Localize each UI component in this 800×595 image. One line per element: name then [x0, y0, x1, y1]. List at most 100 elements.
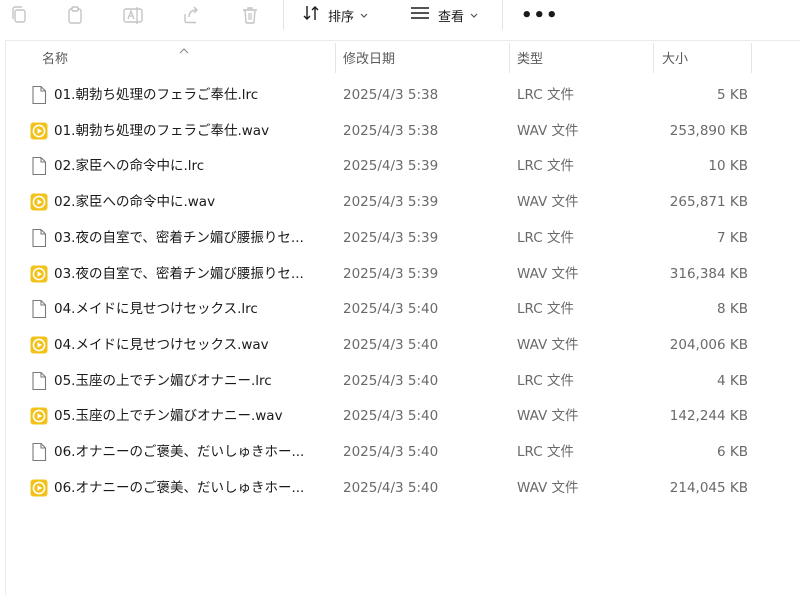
delete-icon[interactable]: [239, 4, 261, 26]
file-name: 06.オナニーのご褒美、だいしゅきホー...: [54, 479, 305, 496]
sort-button[interactable]: 排序: [302, 3, 368, 27]
file-row[interactable]: 05.玉座の上でチン媚びオナニー.lrc 2025/4/3 5:40 LRC 文件 4…: [24, 363, 764, 399]
file-row[interactable]: 03.夜の自室で、密着チン媚び腰振りセ... 2025/4/3 5:39 WAV 文…: [24, 256, 764, 292]
file-type: WAV 文件: [517, 194, 579, 211]
file-row[interactable]: 05.玉座の上でチン媚びオナニー.wav 2025/4/3 5:40 WAV 文件 1…: [24, 398, 764, 434]
view-label: 查看: [438, 9, 465, 25]
more-icon[interactable]: •••: [521, 3, 559, 27]
share-icon[interactable]: [180, 4, 202, 26]
file-row[interactable]: 04.メイドに見せつけセックス.lrc 2025/4/3 5:40 LRC 文件 8 …: [24, 291, 764, 327]
column-divider[interactable]: [335, 43, 336, 73]
copy-icon[interactable]: [8, 4, 30, 26]
file-date: 2025/4/3 5:40: [343, 336, 439, 353]
file-name: 05.玉座の上でチン媚びオナニー.lrc: [54, 372, 272, 389]
audio-file-icon: [30, 265, 48, 285]
header-date[interactable]: 修改日期: [343, 41, 395, 74]
file-type: WAV 文件: [517, 265, 579, 282]
file-size: 6 KB: [717, 444, 748, 460]
sort-ascending-icon: [179, 39, 189, 58]
file-row[interactable]: 06.オナニーのご褒美、だいしゅきホー... 2025/4/3 5:40 LRC 文…: [24, 434, 764, 470]
file-size: 142,244 KB: [669, 408, 748, 425]
header-name[interactable]: 名称: [42, 41, 68, 74]
file-date: 2025/4/3 5:40: [343, 479, 439, 496]
toolbar-separator: [283, 0, 284, 30]
file-type: LRC 文件: [517, 229, 574, 246]
sort-label: 排序: [328, 9, 355, 25]
view-icon: [410, 5, 430, 25]
file-name: 02.家臣への命令中に.wav: [54, 194, 216, 211]
file-size: 7 KB: [717, 229, 748, 246]
file-type: WAV 文件: [517, 336, 579, 353]
file-date: 2025/4/3 5:38: [343, 122, 439, 139]
audio-file-icon: [30, 122, 48, 142]
file-type: LRC 文件: [517, 158, 574, 175]
file-size: 4 KB: [717, 372, 748, 389]
file-row[interactable]: 01.朝勃ち処理のフェラご奉仕.lrc 2025/4/3 5:38 LRC 文件 5 …: [24, 77, 764, 113]
text-file-icon: [30, 85, 48, 105]
file-row[interactable]: 04.メイドに見せつけセックス.wav 2025/4/3 5:40 WAV 文件 20…: [24, 327, 764, 363]
audio-file-icon: [30, 336, 48, 356]
file-date: 2025/4/3 5:39: [343, 158, 439, 175]
file-type: LRC 文件: [517, 87, 574, 103]
file-size: 204,006 KB: [669, 336, 748, 353]
file-size: 214,045 KB: [669, 479, 748, 496]
toolbar-separator: [502, 0, 503, 30]
file-name: 01.朝勃ち処理のフェラご奉仕.lrc: [54, 87, 259, 103]
audio-file-icon: [30, 193, 48, 213]
file-type: LRC 文件: [517, 444, 574, 460]
file-row[interactable]: 02.家臣への命令中に.wav 2025/4/3 5:39 WAV 文件 265,87…: [24, 184, 764, 220]
view-button[interactable]: 查看: [410, 3, 478, 27]
file-name: 04.メイドに見せつけセックス.lrc: [54, 301, 258, 318]
file-size: 265,871 KB: [669, 194, 748, 211]
command-bar: 排序 查看 •••: [0, 0, 800, 30]
file-date: 2025/4/3 5:39: [343, 265, 439, 282]
file-size: 8 KB: [717, 301, 748, 318]
text-file-icon: [30, 156, 48, 176]
text-file-icon: [30, 371, 48, 391]
file-date: 2025/4/3 5:40: [343, 444, 439, 460]
text-file-icon: [30, 442, 48, 462]
file-size: 5 KB: [717, 87, 748, 103]
file-size: 316,384 KB: [669, 265, 748, 282]
file-date: 2025/4/3 5:38: [343, 87, 439, 103]
sort-icon: [302, 4, 320, 26]
file-date: 2025/4/3 5:39: [343, 229, 439, 246]
column-divider[interactable]: [509, 43, 510, 73]
file-row[interactable]: 06.オナニーのご褒美、だいしゅきホー... 2025/4/3 5:40 WAV 文…: [24, 470, 764, 506]
file-date: 2025/4/3 5:40: [343, 301, 439, 318]
paste-icon[interactable]: [64, 4, 86, 26]
file-type: WAV 文件: [517, 479, 579, 496]
audio-file-icon: [30, 407, 48, 427]
file-type: WAV 文件: [517, 408, 579, 425]
file-name: 03.夜の自室で、密着チン媚び腰振りセ...: [54, 229, 304, 246]
column-divider[interactable]: [653, 43, 654, 73]
file-name: 02.家臣への命令中に.lrc: [54, 158, 205, 175]
file-date: 2025/4/3 5:39: [343, 194, 439, 211]
file-row[interactable]: 01.朝勃ち処理のフェラご奉仕.wav 2025/4/3 5:38 WAV 文件 25…: [24, 113, 764, 149]
column-divider[interactable]: [751, 43, 752, 73]
file-name: 01.朝勃ち処理のフェラご奉仕.wav: [54, 122, 270, 139]
text-file-icon: [30, 228, 48, 248]
chevron-down-icon: [470, 8, 478, 23]
file-list-pane: 名称 修改日期 类型 大小 01.朝勃ち処理のフェラご奉仕.lrc 2025/4/…: [5, 40, 800, 595]
audio-file-icon: [30, 479, 48, 499]
header-size[interactable]: 大小: [662, 41, 688, 74]
header-type[interactable]: 类型: [517, 41, 543, 74]
file-date: 2025/4/3 5:40: [343, 408, 439, 425]
file-type: LRC 文件: [517, 301, 574, 318]
file-name: 06.オナニーのご褒美、だいしゅきホー...: [54, 444, 305, 460]
file-type: LRC 文件: [517, 372, 574, 389]
file-size: 10 KB: [708, 158, 748, 175]
rename-icon[interactable]: [122, 4, 144, 26]
file-row[interactable]: 03.夜の自室で、密着チン媚び腰振りセ... 2025/4/3 5:39 LRC 文…: [24, 220, 764, 256]
file-size: 253,890 KB: [669, 122, 748, 139]
file-date: 2025/4/3 5:40: [343, 372, 439, 389]
chevron-down-icon: [360, 8, 368, 23]
file-name: 04.メイドに見せつけセックス.wav: [54, 336, 269, 353]
column-header: 名称 修改日期 类型 大小: [6, 41, 800, 74]
file-row[interactable]: 02.家臣への命令中に.lrc 2025/4/3 5:39 LRC 文件 10 KB: [24, 148, 764, 184]
file-name: 05.玉座の上でチン媚びオナニー.wav: [54, 408, 283, 425]
file-type: WAV 文件: [517, 122, 579, 139]
file-name: 03.夜の自室で、密着チン媚び腰振りセ...: [54, 265, 304, 282]
text-file-icon: [30, 299, 48, 319]
